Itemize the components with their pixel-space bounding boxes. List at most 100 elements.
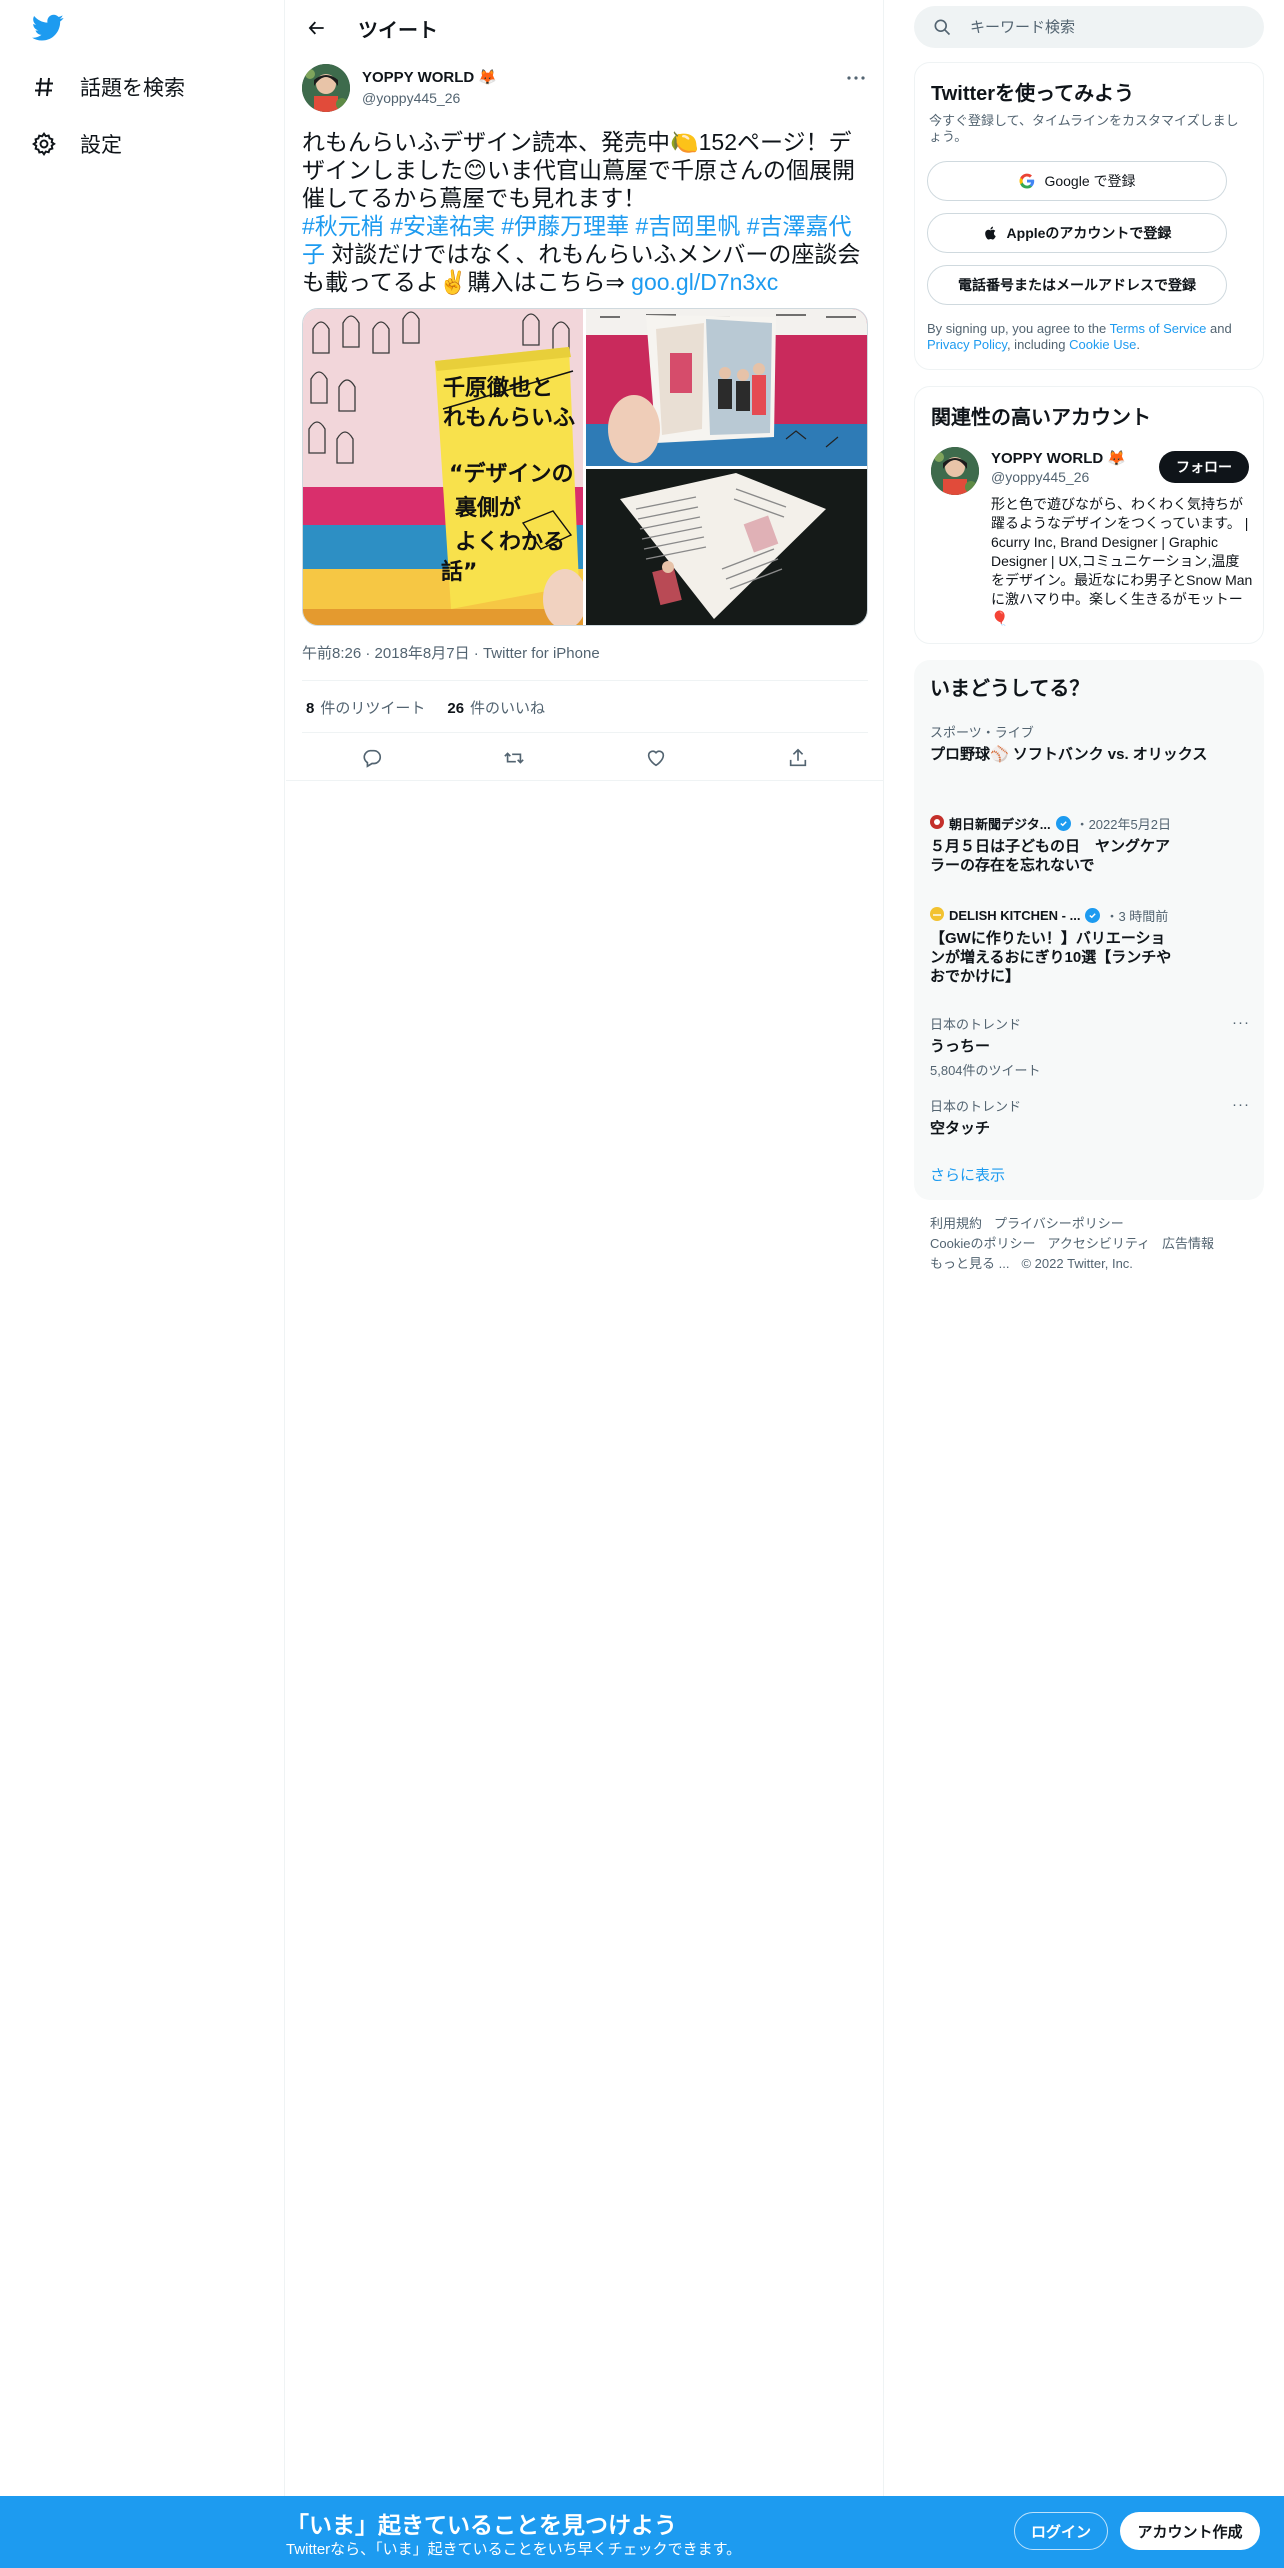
retweet-count: 8 [306,700,315,717]
book-cover-line-2: れもんらいふ [443,406,575,431]
verified-badge-icon [1055,816,1071,831]
nav-settings-label: 設定 [80,134,122,157]
retweet-stat[interactable]: 8 件のリツイート [306,697,425,718]
more-options-button[interactable] [844,68,868,88]
arrow-left-icon [308,21,324,35]
phone-email-signup-button[interactable]: 電話番号またはメールアドレスで登録 [927,265,1227,305]
tweet-link[interactable]: goo.gl/D7n3xc [631,269,778,295]
copyright: © 2022 Twitter, Inc. [1021,1256,1133,1271]
trend-item[interactable]: 日本のトレンド 空タッチ ··· [930,1096,1250,1138]
divider [302,680,868,681]
related-name[interactable]: YOPPY WORLD 🦊 [991,449,1126,467]
author-avatar[interactable] [302,64,350,112]
trend-meta: ・2022年5月2日 [1075,817,1171,832]
more-dots-icon [847,76,865,80]
book-cover-line-6: 話” [441,559,477,585]
divider [286,780,884,781]
trend-source: 朝日新聞デジタ... [949,817,1051,832]
related-bio: 形と色で遊びながら、わくわく気持ちが躍るようなデザインをつくっています。 | 6… [991,496,1253,626]
trend-item[interactable]: スポーツ・ライブ プロ野球⚾ ソフトバンク vs. オリックス [930,722,1250,764]
terms-text: By signing up, you agree to the [927,321,1110,336]
nav-explore[interactable]: 話題を検索 [30,63,185,111]
google-icon [1019,173,1035,189]
trend-source-row: 朝日新聞デジタ... ・2022年5月2日 [930,814,1250,833]
bottom-bar-subtitle: Twitterなら、「いま」起きていることをいち早くチェックできます。 [286,2541,742,2558]
login-button[interactable]: ログイン [1014,2512,1108,2550]
like-label: 件のいいね [470,700,546,717]
book-cover-line-1: 千原徹也と [443,375,553,401]
signup-title: Twitterを使ってみよう [931,83,1135,105]
back-button[interactable] [300,11,334,45]
nav-explore-label: 話題を検索 [80,77,185,100]
apple-signup-label: Appleのアカウントで登録 [1006,225,1172,241]
related-title: 関連性の高いアカウント [931,407,1151,429]
like-stat[interactable]: 26 件のいいね [447,697,545,718]
follow-button[interactable]: フォロー [1159,451,1249,483]
google-signup-button[interactable]: Google で登録 [927,161,1227,201]
tweet-stats: 8 件のリツイート 26 件のいいね [306,697,545,718]
privacy-policy-link[interactable]: Privacy Policy [927,337,1007,352]
search-input[interactable] [970,6,1250,48]
tweet-author: YOPPY WORLD 🦊 @yoppy445_26 [302,64,868,112]
tweet-time[interactable]: 午前8:26 [302,645,361,662]
bottom-signup-bar: 「いま」起きていることを見つけよう Twitterなら、「いま」起きていることを… [0,2496,1284,2568]
news-source-icon [930,815,944,832]
news-source-icon [930,907,944,924]
reply-button[interactable] [358,744,386,772]
trend-item[interactable]: 日本のトレンド うっちー 5,804件のツイート ··· [930,1014,1250,1079]
related-handle[interactable]: @yoppy445_26 [991,469,1089,485]
related-avatar[interactable] [931,447,979,495]
media-image-1[interactable]: 千原徹也と れもんらいふ “デザインの 裏側が よくわかる 話” [303,309,583,625]
create-account-button[interactable]: アカウント作成 [1120,2512,1260,2550]
share-icon [789,748,807,767]
footer-link[interactable]: Cookieのポリシー [930,1236,1035,1251]
trend-more-icon[interactable]: ··· [1232,1096,1250,1113]
media-image-3[interactable] [586,469,867,625]
trend-title: ５月５日は子どもの日 ヤングケアラーの存在を忘れないで [930,838,1171,874]
trend-item[interactable]: 朝日新聞デジタ... ・2022年5月2日 ５月５日は子どもの日 ヤングケアラー… [930,814,1250,875]
tweet-source: Twitter for iPhone [482,645,600,662]
divider [302,732,868,733]
trend-title: プロ野球⚾ ソフトバンク vs. オリックス [930,746,1208,763]
trend-title: 【GWに作りたい！】バリエーションが増えるおにぎり10選【ランチやおでかけに】 [930,930,1172,985]
nav-settings[interactable]: 設定 [30,120,122,168]
like-button[interactable] [642,744,670,772]
hashtag-icon [30,73,58,101]
search-box[interactable] [914,6,1264,48]
google-signup-label: Google で登録 [1044,173,1136,189]
retweet-button[interactable] [500,744,528,772]
footer-link[interactable]: もっと見る ... [930,1256,1009,1271]
show-more-link[interactable]: さらに表示 [930,1164,1005,1185]
trend-title: うっちー [930,1038,991,1055]
trends-card: いまどうしてる？ スポーツ・ライブ プロ野球⚾ ソフトバンク vs. オリックス… [914,660,1264,1200]
twitter-logo-icon[interactable] [32,14,64,42]
media-image-2[interactable] [586,309,867,466]
apple-signup-button[interactable]: Appleのアカウントで登録 [927,213,1227,253]
cookie-use-link[interactable]: Cookie Use [1069,337,1136,352]
page-title: ツイート [358,20,438,42]
author-name[interactable]: YOPPY WORLD 🦊 [362,68,497,86]
tweet-meta: 午前8:26 · 2018年8月7日 · Twitter for iPhone [302,645,600,662]
trend-meta: ・3 時間前 [1105,909,1169,924]
footer-link[interactable]: アクセシビリティ [1047,1236,1150,1251]
book-cover-line-5: よくわかる [455,530,565,555]
trend-more-icon[interactable]: ··· [1232,1014,1250,1031]
footer-link[interactable]: プライバシーポリシー [994,1216,1124,1231]
heart-icon [647,750,665,767]
trend-category: スポーツ・ライブ [930,725,1034,740]
footer-link[interactable]: 利用規約 [930,1216,982,1231]
share-button[interactable] [784,744,812,772]
retweet-label: 件のリツイート [320,700,426,717]
author-handle[interactable]: @yoppy445_26 [362,90,460,106]
trend-category: 日本のトレンド [930,1017,1022,1032]
terms-of-service-link[interactable]: Terms of Service [1110,321,1207,336]
retweet-icon [504,752,524,764]
reply-icon [363,749,382,768]
gear-icon [30,130,58,158]
signup-card: Twitterを使ってみよう 今すぐ登録して、タイムラインをカスタマイズしましょ… [914,62,1264,370]
footer-link[interactable]: 広告情報 [1162,1236,1214,1251]
tweet-date[interactable]: 2018年8月7日 [375,645,470,662]
page-header: ツイート [286,0,884,54]
trend-item[interactable]: DELISH KITCHEN - ... ・3 時間前 【GWに作りたい！】バリ… [930,906,1250,986]
verified-badge-icon [1085,908,1101,923]
